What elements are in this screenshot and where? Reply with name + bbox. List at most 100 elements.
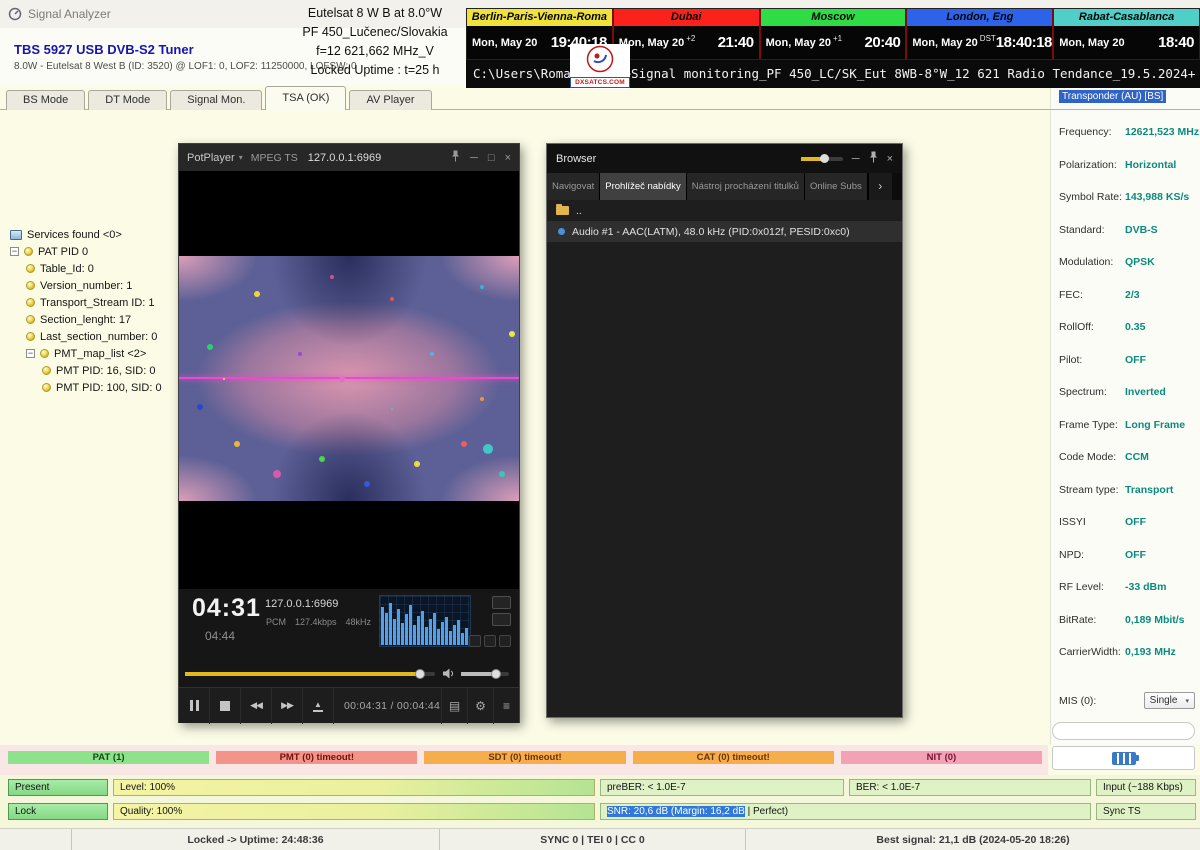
field-label: Code Mode: <box>1059 451 1125 463</box>
pause-button[interactable] <box>179 688 210 724</box>
field-value: OFF <box>1125 549 1195 561</box>
player-titlebar[interactable]: PotPlayer ▾ MPEG TS 127.0.0.1:6969 ─ □ × <box>179 144 519 171</box>
settings-button[interactable]: ⚙ <box>467 688 493 724</box>
browser-tab-navigovat[interactable]: Navigovat <box>547 173 600 200</box>
tree-item-pmt-pid-16-sid-0[interactable]: PMT PID: 16, SID: 0 <box>10 362 176 379</box>
audio-track-label: Audio #1 - AAC(LATM), 48.0 kHz (PID:0x01… <box>572 226 850 238</box>
services-icon <box>10 230 22 240</box>
tree-item-services-found-0[interactable]: Services found <0> <box>10 226 176 243</box>
tree-item-table-id-0[interactable]: Table_Id: 0 <box>10 260 176 277</box>
tree-item-section-lenght-17[interactable]: Section_lenght: 17 <box>10 311 176 328</box>
volume-knob[interactable] <box>491 669 501 679</box>
field-label: CarrierWidth: <box>1059 646 1125 658</box>
tab-av-player[interactable]: AV Player <box>349 90 431 110</box>
mis-select[interactable]: Single ▾ <box>1144 692 1195 709</box>
browser-opacity-slider[interactable] <box>801 157 843 161</box>
field-value: 0,189 Mbit/s <box>1125 614 1195 626</box>
seek-bar[interactable] <box>185 672 435 676</box>
tree-expander-icon[interactable]: − <box>10 247 19 256</box>
tree-item-pat-pid-0[interactable]: −PAT PID 0 <box>10 243 176 260</box>
field-label: Spectrum: <box>1059 386 1125 398</box>
tree-item-pmt-pid-100-sid-0[interactable]: PMT PID: 100, SID: 0 <box>10 379 176 396</box>
player-mini-row <box>469 635 511 647</box>
snr-indicator: SNR: 20,6 dB (Margin: 16,2 dB | Perfect) <box>600 803 1091 820</box>
seek-knob[interactable] <box>415 669 425 679</box>
pin-icon[interactable] <box>451 150 460 165</box>
field-value: 0.35 <box>1125 321 1195 333</box>
clock-city-label: London, Eng <box>907 9 1052 26</box>
header-info-line: f=12 621,662 MHz_V <box>285 42 465 61</box>
transponder-header[interactable]: Transponder (AU) [BS] <box>1059 90 1166 103</box>
bookmark-b-button[interactable] <box>484 635 496 647</box>
parent-folder-row[interactable]: .. <box>547 200 902 221</box>
browser-tab-n-stroj-proch-zen-titulk[interactable]: Nástroj procházení titulků <box>687 173 805 200</box>
player-app-name[interactable]: PotPlayer <box>187 152 235 164</box>
clock-cell-dubai: DubaiMon, May 20+221:40 <box>614 9 761 59</box>
tab-dt-mode[interactable]: DT Mode <box>88 90 167 110</box>
tuner-title: TBS 5927 USB DVB-S2 Tuner <box>14 42 194 57</box>
horizontal-scroll-placeholder[interactable] <box>1052 722 1195 740</box>
close-icon[interactable]: × <box>887 153 893 165</box>
minimize-icon[interactable]: ─ <box>470 152 478 164</box>
tree-expander-icon[interactable]: − <box>26 349 35 358</box>
present-indicator: Present <box>8 779 108 796</box>
stop-button[interactable] <box>210 688 241 724</box>
minimize-icon[interactable]: ─ <box>852 153 860 165</box>
field-label: BitRate: <box>1059 614 1125 626</box>
tree-item-last-section-number-0[interactable]: Last_section_number: 0 <box>10 328 176 345</box>
header-info-line: Locked Uptime : t=25 h <box>285 61 465 80</box>
chevron-down-icon: ▾ <box>239 153 243 162</box>
browser-tab-prohl-e-nab-dky[interactable]: Prohlížeč nabídky <box>600 173 687 200</box>
next-icon: ▶▶ <box>281 700 293 711</box>
tree-label: Table_Id: 0 <box>40 263 94 275</box>
tab-bs-mode[interactable]: BS Mode <box>6 90 85 110</box>
tree-label: Transport_Stream ID: 1 <box>40 297 155 309</box>
ab-repeat-button[interactable] <box>492 596 511 609</box>
chevron-down-icon: ▾ <box>1185 697 1189 705</box>
repeat-button[interactable] <box>492 613 511 626</box>
audio-track-row[interactable]: Audio #1 - AAC(LATM), 48.0 kHz (PID:0x01… <box>547 221 902 242</box>
speaker-icon[interactable] <box>443 668 455 682</box>
playlist-button[interactable]: ▤ <box>441 688 467 724</box>
pause-icon <box>190 700 193 711</box>
stream-url-label: 127.0.0.1:6969 <box>265 598 338 610</box>
psi-indicator-nit-0: NIT (0) <box>841 751 1042 764</box>
parent-folder-label: .. <box>576 205 582 217</box>
browser-tab-overflow-button[interactable]: › <box>868 173 892 200</box>
next-button[interactable]: ▶▶ <box>272 688 303 724</box>
video-area[interactable] <box>179 171 519 589</box>
tree-item-version-number-1[interactable]: Version_number: 1 <box>10 277 176 294</box>
spectrum-display <box>379 595 471 647</box>
browser-titlebar[interactable]: Browser ─ × <box>547 144 902 173</box>
bookmark-a-button[interactable] <box>469 635 481 647</box>
field-label: RollOff: <box>1059 321 1125 333</box>
tree-label: PMT PID: 16, SID: 0 <box>56 365 155 377</box>
menu-button[interactable]: ≡ <box>493 688 519 724</box>
previous-button[interactable]: ◀◀ <box>241 688 272 724</box>
tab-signal-mon[interactable]: Signal Mon. <box>170 90 262 110</box>
clock-offset: +1 <box>833 34 842 43</box>
header-info-line: PF 450_Lučenec/Slovakia <box>285 23 465 42</box>
eject-button[interactable]: ▲ <box>303 688 334 724</box>
clock-city-label: Rabat-Casablanca <box>1054 9 1199 26</box>
maximize-icon[interactable]: □ <box>488 152 495 164</box>
tree-item-transport-stream-id-1[interactable]: Transport_Stream ID: 1 <box>10 294 176 311</box>
field-label: Stream type: <box>1059 484 1125 496</box>
clock-date: Mon, May 20 <box>912 37 977 49</box>
capture-button[interactable] <box>499 635 511 647</box>
player-info-panel: 04:31 04:44 127.0.0.1:6969 PCM 127.4kbps… <box>179 589 519 661</box>
transponder-field-bitrate: BitRate:0,189 Mbit/s <box>1059 614 1195 626</box>
volume-slider[interactable] <box>461 672 509 676</box>
seek-row <box>179 661 519 687</box>
pin-icon[interactable] <box>869 151 878 166</box>
tree-item-pmt-map-list-2[interactable]: −PMT_map_list <2> <box>10 345 176 362</box>
field-value: 12621,523 MHz <box>1125 126 1199 138</box>
psi-indicator-sdt-0-timeout: SDT (0) timeout! <box>424 751 625 764</box>
tab-tsa-ok[interactable]: TSA (OK) <box>265 86 346 110</box>
battery-indicator-box <box>1052 746 1195 770</box>
close-icon[interactable]: × <box>505 152 511 164</box>
transponder-field-code-mode: Code Mode:CCM <box>1059 451 1195 463</box>
field-value: Inverted <box>1125 386 1195 398</box>
browser-tab-online-subs[interactable]: Online Subs <box>805 173 868 200</box>
ber-indicator: BER: < 1.0E-7 <box>849 779 1091 796</box>
